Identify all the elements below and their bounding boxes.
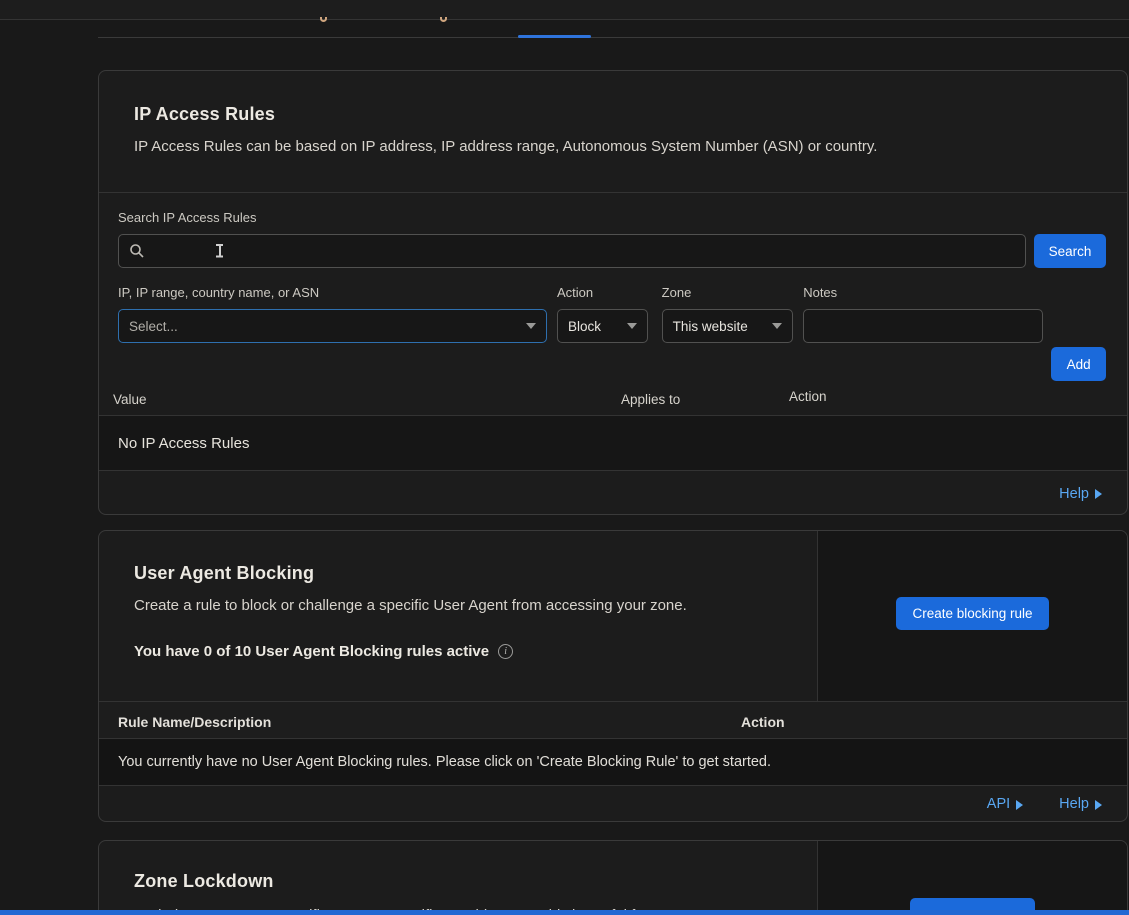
zone-lockdown-action-panel: Upgrade to Pro: [818, 841, 1127, 915]
uab-title: User Agent Blocking: [134, 563, 782, 584]
ip-rules-search-section: Search IP Access Rules Search: [99, 193, 1127, 272]
create-blocking-rule-button[interactable]: Create blocking rule: [896, 597, 1049, 630]
help-link[interactable]: Help: [1059, 486, 1102, 502]
action-select[interactable]: Block: [557, 309, 648, 343]
ip-rules-footer: Help: [99, 471, 1127, 515]
uab-empty-text: You currently have no User Agent Blockin…: [118, 754, 771, 770]
chevron-right-icon: [1095, 800, 1102, 810]
uab-description: Create a rule to block or challenge a sp…: [134, 597, 782, 614]
help-link-label: Help: [1059, 796, 1089, 812]
search-button[interactable]: Search: [1034, 234, 1106, 268]
action-select-value: Block: [568, 319, 601, 334]
bottom-blue-bar: [0, 910, 1129, 915]
zone-lockdown-card: Zone Lockdown Lock down access to specif…: [98, 840, 1128, 915]
ip-rules-table-header: Value Applies to Action: [99, 381, 1127, 416]
uab-info-panel: User Agent Blocking Create a rule to blo…: [99, 531, 818, 701]
top-header-strip: [0, 0, 1129, 20]
active-tab-underline[interactable]: [518, 35, 591, 38]
ip-access-rules-card: IP Access Rules IP Access Rules can be b…: [98, 70, 1128, 515]
value-select-placeholder: Select...: [129, 319, 178, 334]
value-label: IP, IP range, country name, or ASN: [118, 285, 547, 300]
zone-label: Zone: [662, 285, 794, 300]
help-link-label: Help: [1059, 486, 1089, 502]
chevron-down-icon: [526, 323, 536, 329]
action-column-header: Action: [789, 389, 827, 404]
help-link[interactable]: Help: [1059, 796, 1102, 812]
chevron-down-icon: [772, 323, 782, 329]
zone-lockdown-title: Zone Lockdown: [134, 871, 782, 892]
value-select[interactable]: Select...: [118, 309, 547, 343]
tab-label-descender-fragment: [320, 17, 327, 22]
ip-rules-empty-row: No IP Access Rules: [99, 416, 1127, 471]
ip-rules-empty-text: No IP Access Rules: [118, 435, 249, 452]
chevron-right-icon: [1016, 800, 1023, 810]
api-link-label: API: [987, 796, 1010, 812]
user-agent-blocking-card: User Agent Blocking Create a rule to blo…: [98, 530, 1128, 822]
zone-lockdown-info-panel: Zone Lockdown Lock down access to specif…: [99, 841, 818, 915]
add-rule-form: IP, IP range, country name, or ASN Selec…: [99, 272, 1127, 381]
add-button[interactable]: Add: [1051, 347, 1106, 381]
uab-usage-text: You have 0 of 10 User Agent Blocking rul…: [134, 643, 489, 660]
ip-access-rules-title: IP Access Rules: [134, 104, 1092, 125]
action-label: Action: [557, 285, 648, 300]
api-link[interactable]: API: [987, 796, 1023, 812]
zone-select[interactable]: This website: [662, 309, 794, 343]
info-icon[interactable]: i: [498, 644, 513, 659]
search-input[interactable]: [118, 234, 1026, 268]
ip-access-rules-header: IP Access Rules IP Access Rules can be b…: [99, 71, 1127, 193]
tab-label-descender-fragment: [440, 17, 447, 22]
ip-access-rules-description: IP Access Rules can be based on IP addre…: [134, 138, 1092, 155]
tabbar-bottom-border: [98, 37, 1129, 38]
zone-select-value: This website: [673, 319, 748, 334]
rule-name-column-header: Rule Name/Description: [118, 714, 271, 730]
uab-empty-row: You currently have no User Agent Blockin…: [99, 739, 1127, 786]
applies-to-column-header: Applies to: [621, 392, 680, 407]
value-column-header: Value: [113, 392, 147, 407]
uab-table-header: Rule Name/Description Action: [99, 701, 1127, 739]
action-column-header: Action: [741, 714, 785, 730]
uab-action-panel: Create blocking rule: [818, 531, 1127, 701]
notes-label: Notes: [803, 285, 1043, 300]
search-label: Search IP Access Rules: [118, 210, 1106, 225]
uab-footer: API Help: [99, 786, 1127, 822]
chevron-down-icon: [627, 323, 637, 329]
chevron-right-icon: [1095, 489, 1102, 499]
notes-input[interactable]: [803, 309, 1043, 343]
